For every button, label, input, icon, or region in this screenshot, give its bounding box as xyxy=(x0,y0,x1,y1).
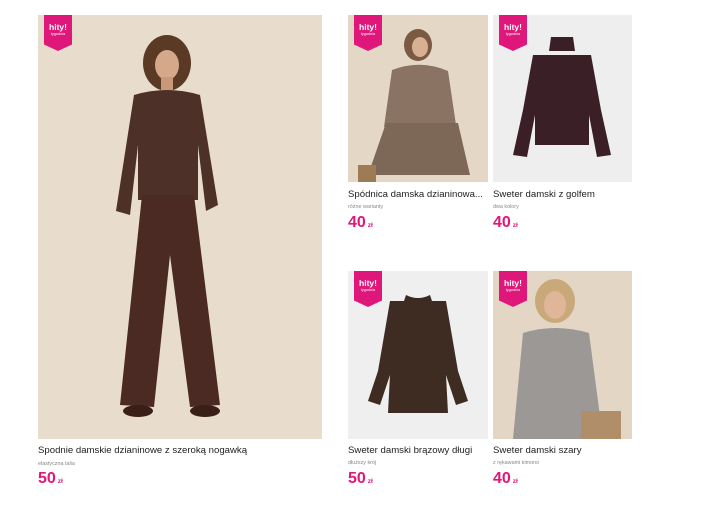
product-price: 40 zł xyxy=(493,214,518,232)
price-currency: zł xyxy=(512,478,518,485)
product-subtitle: z rękawami kimono xyxy=(493,460,540,466)
product-image[interactable]: hity! tygodnia xyxy=(38,15,322,439)
price-currency: zł xyxy=(367,222,373,229)
hity-badge: hity! tygodnia xyxy=(44,15,72,51)
price-value: 50 xyxy=(348,470,366,487)
hity-badge: hity! tygodnia xyxy=(499,271,527,307)
price-value: 50 xyxy=(38,470,56,487)
product-title[interactable]: Spodnie damskie dzianinowe z szeroką nog… xyxy=(38,445,247,456)
product-card-grey-sweater[interactable]: hity! tygodnia Sweter damski szary z ręk… xyxy=(493,271,632,496)
price-currency: zł xyxy=(512,222,518,229)
product-title[interactable]: Sweter damski brązowy długi xyxy=(348,445,472,456)
product-subtitle: dłuższy krój xyxy=(348,460,377,466)
hity-badge: hity! tygodnia xyxy=(354,271,382,307)
product-title[interactable]: Sweter damski szary xyxy=(493,445,582,456)
product-image[interactable]: hity! tygodnia xyxy=(348,15,488,182)
badge-label: hity! xyxy=(359,278,377,288)
badge-label: hity! xyxy=(504,278,522,288)
badge-label: hity! xyxy=(359,22,377,32)
badge-sublabel: tygodnia xyxy=(360,288,376,292)
hity-badge: hity! tygodnia xyxy=(499,15,527,51)
product-subtitle: dwa kolory xyxy=(493,204,519,210)
product-title[interactable]: Spódnica damska dzianinowa... xyxy=(348,189,483,200)
product-price: 50 zł xyxy=(38,470,63,488)
price-currency: zł xyxy=(367,478,373,485)
product-card-turtleneck-sweater[interactable]: hity! tygodnia Sweter damski z golfem dw… xyxy=(493,15,632,240)
badge-label: hity! xyxy=(504,22,522,32)
product-price: 50 zł xyxy=(348,470,373,488)
product-title[interactable]: Sweter damski z golfem xyxy=(493,189,595,200)
price-value: 40 xyxy=(493,214,511,231)
product-subtitle: elastyczna talia xyxy=(38,461,75,467)
badge-sublabel: tygodnia xyxy=(50,32,66,36)
price-value: 40 xyxy=(493,470,511,487)
badge-sublabel: tygodnia xyxy=(360,32,376,36)
badge-sublabel: tygodnia xyxy=(505,288,521,292)
product-price: 40 zł xyxy=(493,470,518,488)
hity-badge: hity! tygodnia xyxy=(354,15,382,51)
product-card-long-brown-sweater[interactable]: hity! tygodnia Sweter damski brązowy dłu… xyxy=(348,271,488,496)
product-price: 40 zł xyxy=(348,214,373,232)
product-card-wide-trousers[interactable]: hity! tygodnia Spodnie damskie dzianinow… xyxy=(38,15,322,495)
product-subtitle: różne warianty xyxy=(348,204,384,210)
price-value: 40 xyxy=(348,214,366,231)
badge-label: hity! xyxy=(49,22,67,32)
badge-sublabel: tygodnia xyxy=(505,32,521,36)
product-card-knit-skirt[interactable]: hity! tygodnia Spódnica damska dzianinow… xyxy=(348,15,488,240)
product-image[interactable]: hity! tygodnia xyxy=(348,271,488,439)
price-currency: zł xyxy=(57,478,63,485)
product-image[interactable]: hity! tygodnia xyxy=(493,15,632,182)
product-image[interactable]: hity! tygodnia xyxy=(493,271,632,439)
